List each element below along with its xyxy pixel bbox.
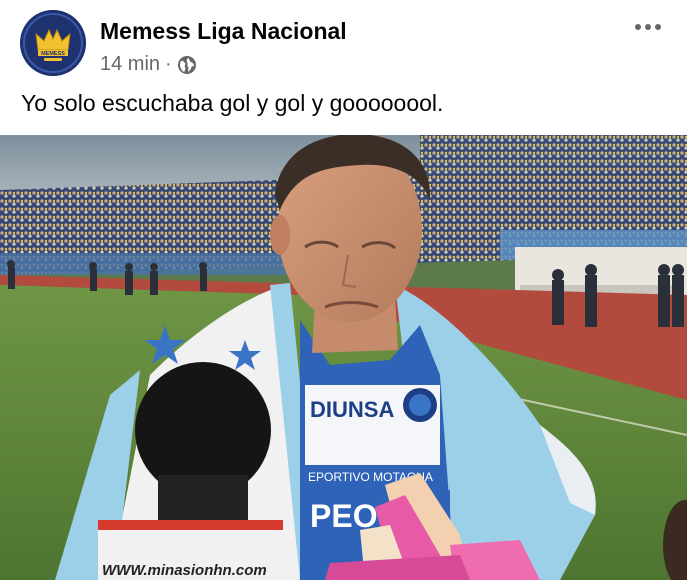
avatar-text: MEMESS (41, 51, 65, 57)
jersey-sponsor: DIUNSA (310, 397, 394, 422)
post-timestamp[interactable]: 14 min (100, 53, 160, 76)
photo-scene: DIUNSA EPORTIVO MOTAGUA PEO WWW.minasion… (0, 135, 687, 580)
globe-icon[interactable] (177, 55, 197, 75)
post-meta: 14 min · (100, 53, 197, 76)
post-header: MEMESS Memess Liga Nacional 14 min · Yo … (0, 0, 687, 135)
post-photo[interactable]: DIUNSA EPORTIVO MOTAGUA PEO WWW.minasion… (0, 135, 687, 580)
mic-label: WWW.minasionhn.com (102, 562, 267, 579)
page-name[interactable]: Memess Liga Nacional (100, 18, 347, 45)
crown-logo-icon: MEMESS (20, 10, 86, 76)
meta-separator: · (165, 53, 172, 75)
more-options-icon (635, 24, 641, 30)
post-caption: Yo solo escuchaba gol y gol y goooooool. (21, 90, 444, 116)
jersey-bottom-text: PEO (310, 498, 378, 534)
page-avatar[interactable]: MEMESS (20, 10, 86, 76)
more-options-button[interactable] (631, 15, 665, 39)
